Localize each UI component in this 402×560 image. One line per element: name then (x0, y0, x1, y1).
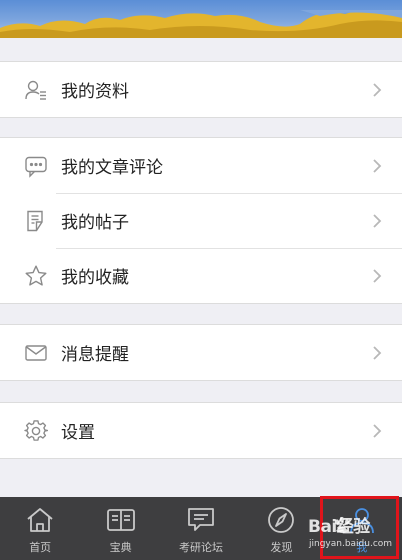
menu-item-posts[interactable]: 我的帖子 (0, 193, 402, 248)
user-profile-icon (24, 78, 48, 102)
envelope-icon (24, 341, 48, 365)
menu-item-label: 我的帖子 (61, 213, 129, 233)
tab-discover[interactable]: 发现 (241, 497, 321, 560)
chevron-right-icon (373, 345, 382, 360)
menu-item-label: 设置 (61, 423, 95, 443)
menu-item-label: 消息提醒 (61, 345, 129, 365)
chevron-right-icon (373, 158, 382, 173)
document-edit-icon (24, 209, 48, 233)
menu-item-label: 我的文章评论 (61, 158, 163, 178)
menu-item-comments[interactable]: 我的文章评论 (0, 138, 402, 193)
chat-bubble-icon (186, 506, 216, 534)
compass-icon (266, 506, 296, 534)
highlight-box (320, 496, 399, 559)
menu-item-notifications[interactable]: 消息提醒 (0, 325, 402, 380)
tab-label: 首页 (29, 541, 52, 554)
tab-home[interactable]: 首页 (0, 497, 80, 560)
tab-treasure[interactable]: 宝典 (80, 497, 160, 560)
tab-label: 考研论坛 (178, 541, 223, 554)
tab-label: 宝典 (109, 541, 132, 554)
chevron-right-icon (373, 423, 382, 438)
home-icon (25, 506, 55, 534)
chevron-right-icon (373, 82, 382, 97)
settings-section: 设置 (0, 402, 402, 459)
autumn-trees-image (0, 10, 402, 38)
tab-label: 发现 (270, 541, 293, 554)
star-icon (24, 264, 48, 288)
comment-bubble-icon (24, 154, 48, 178)
chevron-right-icon (373, 268, 382, 283)
header-banner-image (0, 0, 402, 38)
tab-forum[interactable]: 考研论坛 (161, 497, 241, 560)
profile-section: 我的资料 (0, 61, 402, 118)
menu-item-label: 我的收藏 (61, 268, 129, 288)
menu-item-label: 我的资料 (61, 82, 129, 102)
menu-item-favorites[interactable]: 我的收藏 (0, 248, 402, 303)
book-icon (106, 506, 136, 534)
menu-item-settings[interactable]: 设置 (0, 403, 402, 458)
content-section: 我的文章评论 我的帖子 我的收藏 (0, 137, 402, 304)
chevron-right-icon (373, 213, 382, 228)
notification-section: 消息提醒 (0, 324, 402, 381)
gear-icon (24, 419, 48, 443)
menu-item-profile[interactable]: 我的资料 (0, 62, 402, 117)
